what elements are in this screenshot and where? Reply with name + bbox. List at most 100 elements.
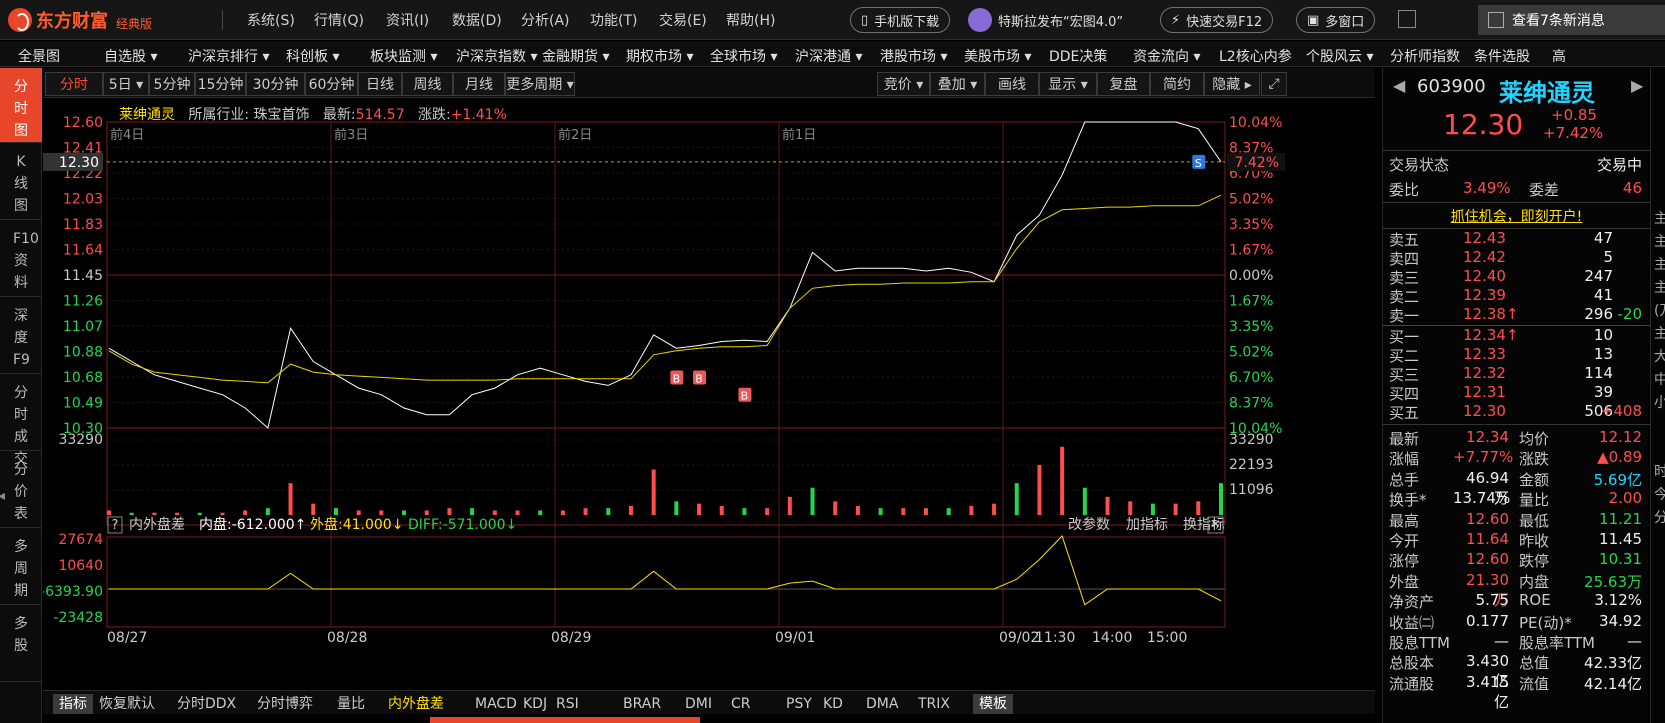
indicator-tab-16[interactable]: 模板 (973, 694, 1013, 714)
period-tab-7[interactable]: 周线 (402, 72, 453, 96)
indicator-tab-6[interactable]: MACD (475, 694, 517, 714)
menu-item-5[interactable]: 功能(T) (590, 10, 637, 30)
prev-stock-icon[interactable]: ◀ (1393, 76, 1405, 95)
period-tab-0[interactable]: 分时 (45, 72, 103, 96)
mobile-download-button[interactable]: ▯ 手机版下载 (850, 7, 951, 33)
cut-label: 主 (1654, 323, 1665, 343)
nav-item-3[interactable]: 科创板 ▾ (286, 46, 339, 66)
nav-item-18[interactable]: 高 (1552, 46, 1566, 66)
nav-item-16[interactable]: 分析师指数 (1390, 46, 1460, 66)
period-tab-5[interactable]: 60分钟 (305, 72, 358, 96)
indicator-tab-2[interactable]: 分时DDX (177, 694, 236, 714)
indicator-action-0[interactable]: 改参数 (1068, 516, 1110, 533)
period-tab-4[interactable]: 30分钟 (246, 72, 305, 96)
nav-item-11[interactable]: 美股市场 ▾ (964, 46, 1031, 66)
indicator-tab-8[interactable]: RSI (556, 694, 579, 714)
news-ticker[interactable]: 特斯拉发布“宏图4.0” (998, 11, 1123, 30)
orderbook-volume: 5 (1603, 248, 1613, 266)
period-tab-1[interactable]: 5日 ▾ (103, 72, 149, 96)
period-tab-9[interactable]: 更多周期 ▾ (505, 72, 575, 96)
indicator-tab-7[interactable]: KDJ (523, 694, 547, 714)
indicator-tab-10[interactable]: DMI (685, 694, 712, 714)
multi-window-button[interactable]: ▣ 多窗口 (1296, 7, 1376, 33)
nav-item-15[interactable]: 个股风云 ▾ (1306, 46, 1373, 66)
nav-item-0[interactable]: 全景图 (18, 46, 60, 66)
nav-item-7[interactable]: 期权市场 ▾ (626, 46, 693, 66)
intraday-chart[interactable]: 前4日 前3日 前2日 前1日12.60 10.04%12.41 8.37%12.22 6.… (43, 100, 1375, 690)
volume-bar (923, 508, 928, 515)
open-account-link[interactable]: 抓住机会，即刻开户! (1383, 206, 1650, 226)
logo-icon (8, 8, 32, 32)
indicator-tab-5[interactable]: 内外盘差 (388, 694, 444, 714)
nav-item-6[interactable]: 金融期货 ▾ (542, 46, 609, 66)
side-tab-2[interactable]: F10资料 (0, 220, 42, 297)
price-tick: 10.49 (63, 396, 103, 412)
indicator-tab-9[interactable]: BRAR (623, 694, 661, 714)
tool-tab-6[interactable]: 隐藏 ▸ (1204, 72, 1260, 96)
menu-item-3[interactable]: 数据(D) (452, 10, 502, 30)
side-tab-1[interactable]: K线图 (0, 143, 42, 220)
help-icon[interactable]: ? (112, 518, 119, 533)
nav-item-10[interactable]: 港股市场 ▾ (880, 46, 947, 66)
layout-icon[interactable] (1398, 10, 1416, 28)
indicator-tab-13[interactable]: KD (823, 694, 843, 714)
nav-item-12[interactable]: DDE决策 (1049, 46, 1107, 66)
nav-item-9[interactable]: 沪深港通 ▾ (795, 46, 862, 66)
volume-tick-right: 11096 (1229, 482, 1274, 498)
stat-value: ▲0.89 (1597, 448, 1642, 467)
nav-item-2[interactable]: 沪深京排行 ▾ (188, 46, 269, 66)
volume-bar (538, 510, 543, 515)
menu-item-0[interactable]: 系统(S) (247, 10, 295, 30)
indicator-tab-3[interactable]: 分时博弈 (257, 694, 313, 714)
nav-item-14[interactable]: L2核心内参 (1219, 46, 1292, 66)
indicator-tab-1[interactable]: 恢复默认 (99, 694, 155, 714)
menu-item-2[interactable]: 资讯(I) (386, 10, 429, 30)
side-tab-7[interactable]: 多股 (0, 605, 42, 682)
menu-item-6[interactable]: 交易(E) (659, 10, 707, 30)
side-tab-3[interactable]: 深度F9 (0, 297, 42, 374)
indicator-tab-15[interactable]: TRIX (918, 694, 950, 714)
tool-tab-3[interactable]: 显示 ▾ (1039, 72, 1097, 96)
indicator-tab-4[interactable]: 量比 (337, 694, 365, 714)
stat-value: 34.92 (1599, 611, 1642, 630)
side-tab-0[interactable]: 分时图 (0, 68, 42, 143)
quick-trade-button[interactable]: ⚡ 快速交易F12 (1160, 7, 1274, 33)
menu-item-4[interactable]: 分析(A) (521, 10, 570, 30)
nav-item-4[interactable]: 板块监测 ▾ (370, 46, 437, 66)
indicator-action-1[interactable]: 加指标 (1126, 517, 1168, 533)
nav-item-8[interactable]: 全球市场 ▾ (710, 46, 777, 66)
scrollbar[interactable] (430, 717, 700, 723)
period-tab-6[interactable]: 日线 (358, 72, 402, 96)
indicator-tab-11[interactable]: CR (731, 694, 751, 714)
tool-tab-5[interactable]: 简约 (1150, 72, 1204, 96)
tool-tab-2[interactable]: 画线 (985, 72, 1039, 96)
side-tab-5[interactable]: 分价表 (0, 451, 42, 528)
tool-tab-4[interactable]: 复盘 (1097, 72, 1150, 96)
indicator-tab-14[interactable]: DMA (866, 694, 898, 714)
day-label: 前3日 (334, 127, 368, 143)
next-stock-icon[interactable]: ▶ (1631, 76, 1643, 95)
nav-item-5[interactable]: 沪深京指数 ▾ (456, 46, 537, 66)
side-tab-6[interactable]: 多周期 (0, 528, 42, 605)
price-tick: 10.88 (63, 345, 103, 361)
nav-item-13[interactable]: 资金流向 ▾ (1133, 46, 1200, 66)
indicator-tab-12[interactable]: PSY (786, 694, 812, 714)
menu-item-1[interactable]: 行情(Q) (314, 10, 364, 30)
period-tab-8[interactable]: 月线 (453, 72, 505, 96)
nav-item-17[interactable]: 条件选股 (1474, 46, 1530, 66)
period-tab-2[interactable]: 5分钟 (149, 72, 195, 96)
indicator-tab-0[interactable]: 指标 (53, 694, 93, 714)
collapse-arrow-icon[interactable]: ◂ (0, 488, 5, 504)
fullscreen-icon[interactable]: ⤢ (1261, 72, 1287, 96)
x-time-label: 11:30 (1035, 630, 1075, 646)
nav-item-1[interactable]: 自选股 ▾ (104, 46, 157, 66)
cut-label: 主 (1654, 231, 1665, 251)
tool-tab-0[interactable]: 竞价 ▾ (877, 72, 930, 96)
side-tab-4[interactable]: 分时成交 (0, 374, 42, 467)
diff-value: DIFF:-571.000↓ (408, 517, 517, 533)
menu-item-7[interactable]: 帮助(H) (726, 10, 775, 30)
period-tab-3[interactable]: 15分钟 (195, 72, 246, 96)
messages-button[interactable]: 查看7条新消息 (1478, 5, 1665, 35)
tool-tab-1[interactable]: 叠加 ▾ (930, 72, 985, 96)
orderbook-row: 买四 12.31 39 (1383, 383, 1650, 403)
